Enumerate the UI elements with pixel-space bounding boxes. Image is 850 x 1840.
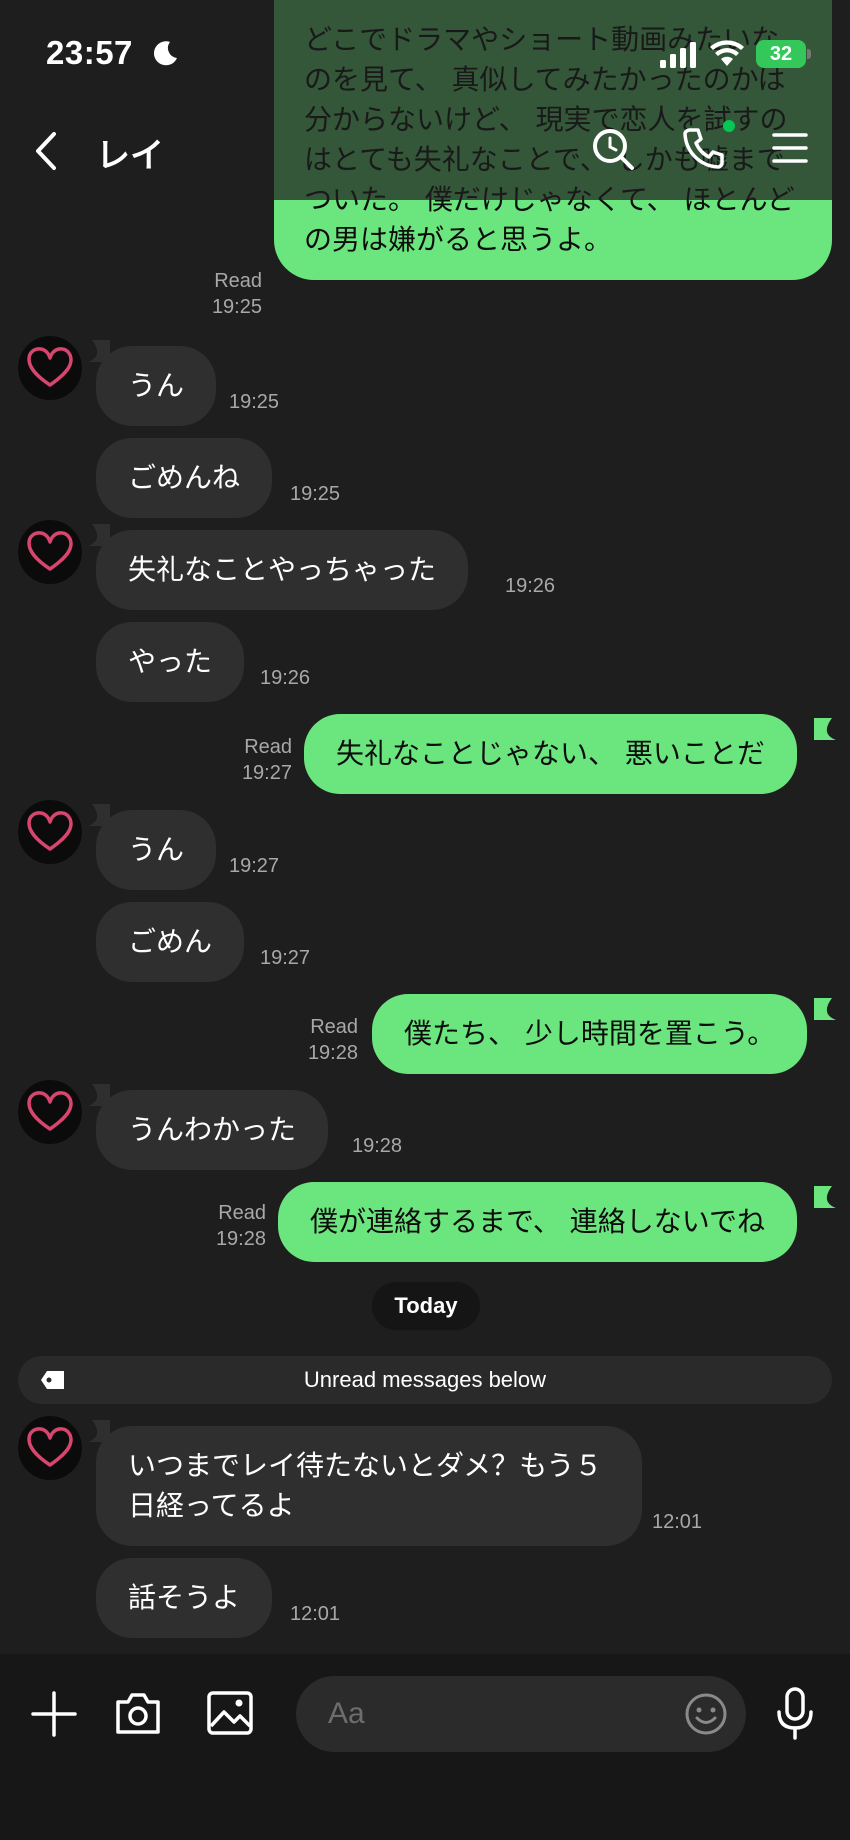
tag-icon (41, 1371, 64, 1389)
date-divider: Today (372, 1282, 480, 1330)
bubble-tail (814, 718, 836, 740)
incoming-message[interactable]: 失礼なことやっちゃった (96, 530, 469, 610)
microphone-icon[interactable] (774, 1686, 816, 1742)
message-time: 19:27 (241, 762, 292, 784)
battery-level: 32 (756, 40, 806, 68)
message-meta: Read 19:25 (196, 268, 262, 320)
message-text: ごめん (128, 925, 213, 958)
message-time: 19:25 (229, 391, 280, 413)
bubble-tail (814, 998, 836, 1020)
avatar[interactable] (18, 1080, 82, 1144)
message-input[interactable] (296, 1676, 746, 1752)
heart-icon (27, 811, 73, 851)
heart-icon (27, 531, 73, 571)
message-text: いつまでレイ待たないとダメ？もう５日経ってるよ (128, 1449, 603, 1522)
message-time: 19:26 (260, 667, 311, 689)
message-time: 19:27 (229, 855, 280, 877)
message-text: 僕たち、 少し時間を置こう。 (404, 1017, 776, 1050)
message-time: 19:25 (290, 483, 341, 505)
message-text: 失礼なことじゃない、 悪いことだ (336, 737, 765, 770)
message-time: 19:27 (260, 947, 311, 969)
battery-cap (807, 49, 811, 59)
image-icon[interactable] (206, 1690, 254, 1736)
online-status-dot (723, 120, 735, 132)
incoming-message[interactable]: うん (96, 810, 217, 890)
message-meta: Read 19:28 (200, 1200, 266, 1252)
avatar[interactable] (18, 1416, 82, 1480)
search-icon[interactable] (590, 126, 636, 172)
signal-icon (660, 42, 696, 68)
message-text: うん (128, 833, 185, 866)
message-time: 19:26 (505, 575, 556, 597)
incoming-message[interactable]: いつまでレイ待たないとダメ？もう５日経ってるよ (96, 1426, 642, 1546)
outgoing-message[interactable]: 僕たち、 少し時間を置こう。 (372, 994, 808, 1074)
incoming-message[interactable]: やった (96, 622, 245, 702)
avatar[interactable] (18, 800, 82, 864)
battery-indicator: 32 (756, 40, 811, 68)
message-time: 19:28 (352, 1135, 403, 1157)
message-time: 19:28 (307, 1042, 358, 1064)
message-text: うんわかった (128, 1113, 297, 1146)
message-time: 12:01 (652, 1511, 703, 1533)
avatar[interactable] (18, 520, 82, 584)
plus-icon[interactable] (30, 1690, 78, 1738)
phone-call-icon[interactable] (680, 124, 728, 172)
chat-title: レイ (96, 136, 164, 176)
message-text: 失礼なことやっちゃった (128, 553, 437, 586)
moon-icon (153, 41, 177, 66)
unread-label: Unread messages below (303, 1367, 547, 1392)
read-receipt: Read (218, 1202, 266, 1224)
back-chevron-icon[interactable] (30, 128, 64, 174)
heart-icon (27, 347, 73, 387)
message-text: やった (128, 645, 213, 678)
message-time: 12:01 (290, 1603, 341, 1625)
message-time: 19:25 (211, 296, 262, 318)
incoming-message[interactable]: 話そうよ (96, 1558, 273, 1638)
status-time: 23:57 (46, 34, 133, 71)
outgoing-message[interactable]: 失礼なことじゃない、 悪いことだ (304, 714, 797, 794)
message-time: 19:28 (215, 1228, 266, 1250)
incoming-message[interactable]: うん (96, 346, 217, 426)
message-meta: Read 19:27 (226, 734, 292, 786)
incoming-message[interactable]: ごめん (96, 902, 245, 982)
camera-icon[interactable] (114, 1690, 162, 1736)
unread-messages-bar[interactable]: Unread messages below (18, 1356, 832, 1404)
incoming-message[interactable]: ごめんね (96, 438, 273, 518)
avatar[interactable] (18, 336, 82, 400)
incoming-message[interactable]: うんわかった (96, 1090, 329, 1170)
bubble-tail (814, 1186, 836, 1208)
message-meta: Read 19:28 (292, 1014, 358, 1066)
message-text: 僕が連絡するまで、 連絡しないでね (310, 1205, 765, 1238)
heart-icon (27, 1091, 73, 1131)
read-receipt: Read (244, 736, 292, 758)
heart-icon (27, 1427, 73, 1467)
message-text: 話そうよ (128, 1581, 241, 1614)
read-receipt: Read (214, 270, 262, 292)
composer-bar (0, 1654, 850, 1840)
wifi-icon (710, 40, 744, 66)
menu-icon[interactable] (770, 130, 810, 166)
status-bar: 23:57 32 (0, 0, 850, 100)
emoji-icon[interactable] (684, 1692, 728, 1736)
read-receipt: Read (310, 1016, 358, 1038)
message-text: うん (128, 369, 185, 402)
outgoing-message[interactable]: 僕が連絡するまで、 連絡しないでね (278, 1182, 797, 1262)
chat-header: レイ (0, 100, 850, 200)
message-text: ごめんね (128, 461, 241, 494)
